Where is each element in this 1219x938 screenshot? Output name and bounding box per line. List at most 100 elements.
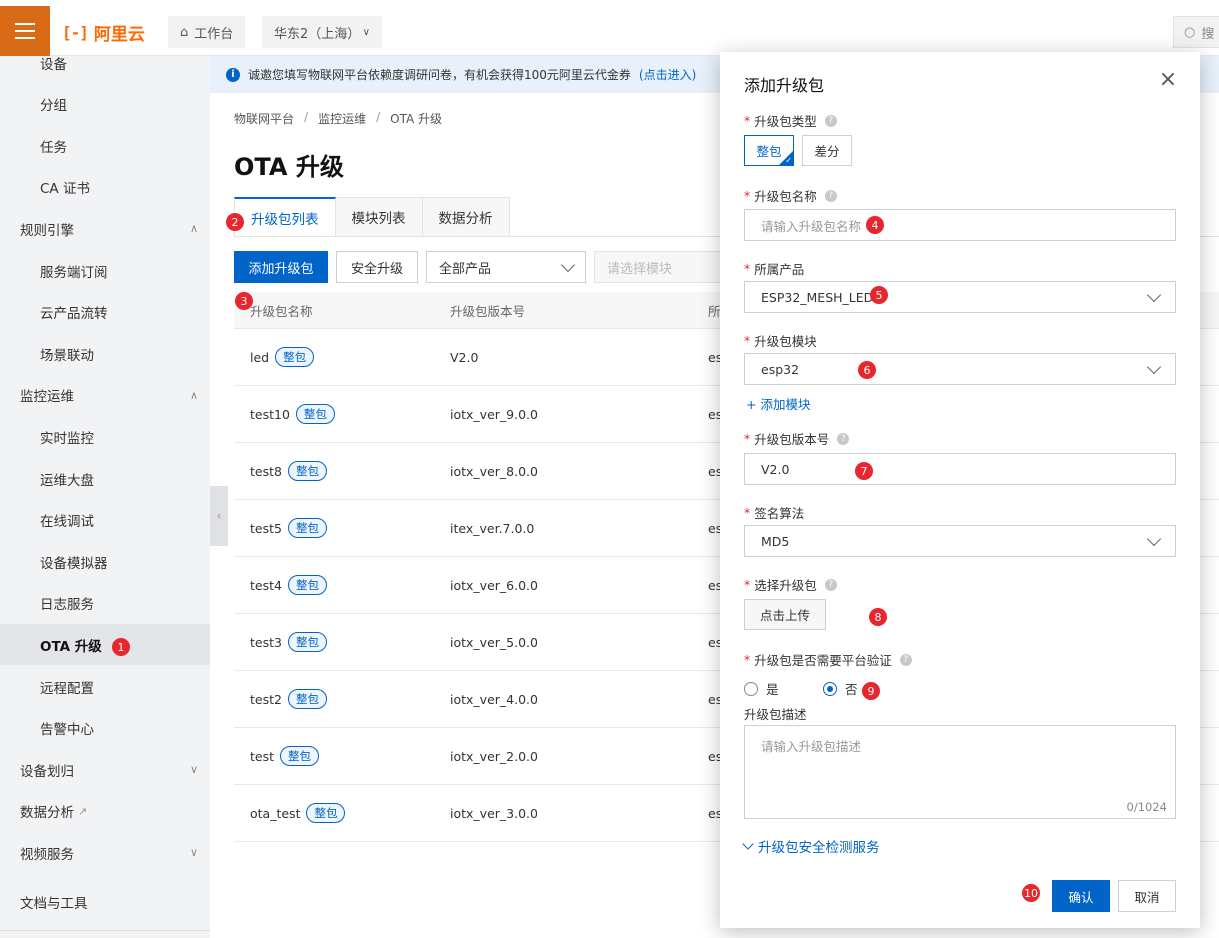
- search-icon: ○: [1184, 24, 1196, 40]
- sidebar-item[interactable]: 在线调试: [0, 500, 210, 541]
- sidebar-item-label: OTA 升级: [40, 638, 102, 655]
- sidebar-item[interactable]: 规则引擎 ∧: [0, 208, 210, 249]
- required-mark: *: [744, 261, 751, 276]
- type-badge: 整包: [287, 461, 327, 481]
- type-label: * 升级包类型?: [744, 111, 837, 130]
- product-label: * 所属产品: [744, 259, 804, 278]
- help-icon[interactable]: ?: [837, 432, 850, 445]
- type-badge: 整包: [275, 347, 315, 367]
- add-package-button[interactable]: 添加升级包: [234, 251, 328, 283]
- region-selector[interactable]: 华东2（上海） ∨: [262, 16, 382, 48]
- select-value: MD5: [761, 533, 790, 549]
- sidebar-item[interactable]: CA 证书: [0, 167, 210, 208]
- annotation-marker: 4: [866, 216, 884, 234]
- file-label: * 选择升级包?: [744, 575, 837, 594]
- breadcrumb-item[interactable]: 物联网平台: [234, 110, 294, 127]
- sidebar-item[interactable]: 设备: [0, 42, 210, 83]
- breadcrumb-item[interactable]: 监控运维: [318, 110, 366, 127]
- label-text: 升级包类型: [754, 114, 817, 129]
- verify-yes-radio[interactable]: 是: [744, 679, 779, 698]
- annotation-marker: 5: [870, 286, 888, 304]
- sidebar-item[interactable]: OTA 升级: [0, 624, 210, 666]
- product-select-field[interactable]: ESP32_MESH_LED: [744, 281, 1176, 313]
- sidebar-item[interactable]: 运维大盘: [0, 458, 210, 499]
- tab-package-list[interactable]: 升级包列表: [234, 197, 336, 237]
- required-mark: *: [744, 652, 751, 667]
- security-check-link[interactable]: 升级包安全检测服务: [742, 836, 880, 856]
- sidebar-item[interactable]: 日志服务: [0, 583, 210, 624]
- package-name: test10: [250, 406, 290, 422]
- sidebar-item[interactable]: 远程配置: [0, 666, 210, 707]
- secure-upgrade-button[interactable]: 安全升级: [336, 251, 418, 283]
- input-value: V2.0: [761, 461, 790, 477]
- version-cell: iotx_ver_4.0.0: [450, 691, 538, 707]
- chevron-down-icon: ∨: [362, 26, 370, 38]
- package-name: test4: [250, 577, 282, 593]
- sidebar-item-label: 服务端订阅: [40, 264, 108, 281]
- sidebar-item[interactable]: 视频服务 ∨: [0, 832, 210, 873]
- package-name-cell: test4 整包: [250, 557, 327, 613]
- product-select[interactable]: 全部产品: [426, 251, 586, 283]
- tab-module-list[interactable]: 模块列表: [335, 197, 423, 237]
- product-select-value: 全部产品: [439, 261, 492, 277]
- sidebar-item[interactable]: 告警中心: [0, 708, 210, 749]
- package-name-cell: led 整包: [250, 329, 315, 385]
- confirm-button[interactable]: 确认: [1052, 880, 1110, 912]
- notice-link[interactable]: (点击进入): [639, 66, 696, 83]
- sign-algorithm-select[interactable]: MD5: [744, 525, 1176, 557]
- sidebar-item[interactable]: 文档与工具: [0, 881, 210, 922]
- version-cell: iotx_ver_2.0.0: [450, 748, 538, 764]
- collapse-sidebar-handle[interactable]: ‹: [210, 486, 228, 546]
- sidebar-item-label: 告警中心: [40, 722, 94, 739]
- breadcrumb-separator: /: [376, 110, 381, 124]
- sidebar-item[interactable]: 分组: [0, 84, 210, 125]
- upload-button[interactable]: 点击上传: [744, 599, 826, 630]
- label-text: 升级包描述: [744, 707, 807, 722]
- help-icon[interactable]: ?: [824, 189, 837, 202]
- verify-no-radio[interactable]: 否: [823, 679, 858, 698]
- package-name-input[interactable]: 请输入升级包名称: [744, 209, 1176, 241]
- type-option-full[interactable]: 整包 ✓: [744, 135, 794, 166]
- add-module-link[interactable]: + 添加模块: [746, 394, 810, 413]
- module-select-placeholder: 请选择模块: [607, 261, 673, 277]
- sidebar-item[interactable]: 监控运维 ∧: [0, 375, 210, 416]
- select-value: ESP32_MESH_LED: [761, 289, 874, 305]
- sidebar-item-label: 视频服务: [20, 846, 74, 863]
- package-name-cell: test3 整包: [250, 614, 327, 670]
- version-cell: iotx_ver_3.0.0: [450, 805, 538, 821]
- sidebar-item[interactable]: 实时监控: [0, 416, 210, 457]
- tab-data-analysis[interactable]: 数据分析: [422, 197, 510, 237]
- help-icon[interactable]: ?: [824, 578, 837, 591]
- module-select-field[interactable]: esp32: [744, 353, 1176, 385]
- required-mark: *: [744, 577, 751, 592]
- sidebar-item[interactable]: 场景联动: [0, 333, 210, 374]
- help-icon[interactable]: ?: [899, 653, 912, 666]
- verify-label: * 升级包是否需要平台验证?: [744, 650, 912, 669]
- sidebar-item[interactable]: 任务: [0, 125, 210, 166]
- sidebar-item-label: 运维大盘: [40, 472, 94, 489]
- version-input[interactable]: V2.0: [744, 453, 1176, 485]
- sidebar-item[interactable]: 设备模拟器: [0, 541, 210, 582]
- sidebar-item[interactable]: 数据分析 ↗: [0, 791, 210, 832]
- label-text: 升级包是否需要平台验证: [754, 653, 892, 668]
- sidebar-item[interactable]: 服务端订阅: [0, 250, 210, 291]
- version-cell: iotx_ver_6.0.0: [450, 577, 538, 593]
- help-icon[interactable]: ?: [824, 114, 837, 127]
- tab-bar: 升级包列表 模块列表 数据分析: [234, 197, 510, 237]
- description-textarea[interactable]: 请输入升级包描述 0/1024: [744, 725, 1176, 819]
- home-icon: ⌂: [180, 24, 189, 40]
- sign-label: * 签名算法: [744, 503, 804, 522]
- type-badge: 整包: [287, 632, 327, 652]
- annotation-marker: 7: [855, 462, 873, 480]
- type-option-diff[interactable]: 差分: [802, 135, 852, 166]
- version-cell: V2.0: [450, 349, 479, 365]
- sidebar-item[interactable]: 设备划归 ∨: [0, 749, 210, 790]
- option-label: 整包: [756, 144, 782, 159]
- cancel-button[interactable]: 取消: [1118, 880, 1176, 912]
- sidebar-item[interactable]: 云产品流转: [0, 292, 210, 333]
- radio-label: 否: [845, 682, 858, 697]
- version-label: * 升级包版本号?: [744, 429, 850, 448]
- sidebar-item-label: 设备: [40, 56, 67, 73]
- close-icon[interactable]: ×: [1158, 69, 1178, 91]
- search-input[interactable]: ○ 搜: [1173, 16, 1219, 48]
